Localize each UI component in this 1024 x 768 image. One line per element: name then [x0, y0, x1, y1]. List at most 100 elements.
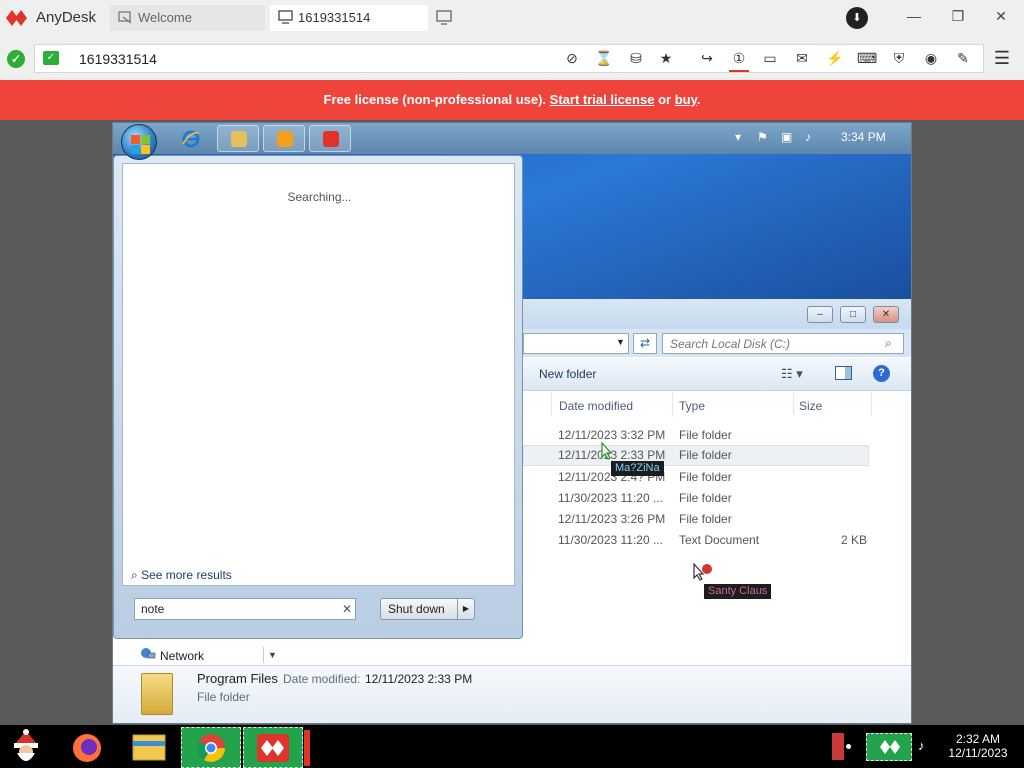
tab-welcome-label: Welcome [138, 10, 192, 25]
monitor-icon [278, 10, 293, 27]
speaker-icon[interactable]: ♪ [918, 738, 925, 753]
actions-bolt-icon[interactable]: ⚡ [825, 50, 845, 67]
column-separator [793, 393, 794, 415]
see-more-results-link[interactable]: ⌕ See more results [131, 568, 232, 583]
view-options-icon[interactable]: ☷ ▾ [781, 366, 803, 382]
details-date-value: 12/11/2023 2:33 PM [365, 672, 473, 686]
minimize-icon[interactable]: — [904, 8, 924, 24]
shut-down-label: Shut down [388, 602, 445, 616]
action-center-flag-icon[interactable]: ⚑ [757, 130, 768, 144]
privacy-mode-icon[interactable]: ⊘ [562, 50, 582, 67]
row-type: File folder [679, 470, 732, 484]
santa-start-icon[interactable] [6, 729, 46, 765]
file-row[interactable]: 12/11/2023 3:26 PM File folder [523, 509, 868, 530]
file-row[interactable]: 11/30/2023 11:20 ... File folder [523, 488, 868, 509]
explorer-maximize-icon[interactable]: □ [840, 306, 866, 323]
keyboard-icon[interactable]: ⌨ [857, 50, 877, 67]
clear-search-icon[interactable]: ✕ [341, 602, 353, 616]
internet-explorer-icon[interactable] [181, 129, 201, 152]
address-value: 1619331514 [79, 51, 157, 67]
santa-cursor-icon [693, 562, 713, 586]
start-search-input[interactable]: note ✕ [134, 598, 356, 620]
nav-network[interactable]: Network [160, 649, 204, 663]
file-explorer-icon[interactable] [130, 729, 170, 765]
buy-link[interactable]: buy [675, 92, 697, 107]
column-separator [871, 393, 872, 415]
start-trial-link[interactable]: Start trial license [550, 92, 655, 107]
remote-media-player-button[interactable] [263, 125, 305, 152]
file-transfer-icon[interactable]: ↪ [697, 50, 717, 67]
remote-screen[interactable]: ▾ ⚑ ▣ ♪ 3:34 PM – □ ✕ ▼ ⇄ Search Local D… [112, 122, 912, 724]
app-name: AnyDesk [36, 9, 97, 26]
details-name: Program Files [197, 671, 278, 686]
details-date-label: Date modified: [283, 672, 361, 686]
tray-dot-icon [846, 744, 851, 749]
anydesk-taskbar-icon [257, 734, 289, 762]
new-folder-button[interactable]: New folder [539, 367, 596, 381]
shut-down-button[interactable]: Shut down ▶ [380, 598, 475, 620]
column-separator [551, 393, 552, 415]
remote-clock[interactable]: 3:34 PM [841, 130, 886, 144]
tray-flag-icon[interactable] [832, 733, 844, 760]
firefox-icon[interactable] [68, 729, 108, 765]
windows-start-orb-icon[interactable] [121, 124, 157, 160]
verified-icon: ✓ [43, 51, 59, 65]
search-status: Searching... [287, 190, 352, 204]
local-time: 2:32 AM [955, 732, 1001, 746]
row-date: 12/11/2023 3:32 PM [558, 428, 666, 442]
address-dropdown-icon[interactable]: ▼ [616, 337, 625, 347]
close-icon[interactable]: ✕ [991, 8, 1011, 25]
whiteboard-pen-icon[interactable]: ✎ [953, 50, 973, 67]
permissions-shield-icon[interactable]: ⛨ [889, 50, 909, 67]
file-row[interactable]: 12/11/2023 3:32 PM File folder [523, 425, 868, 446]
explorer-address-bar[interactable]: ▼ [523, 333, 629, 354]
database-icon[interactable]: ⛁ [626, 50, 646, 67]
restore-icon[interactable]: ❐ [948, 8, 968, 25]
network-tray-icon[interactable]: ▣ [781, 130, 792, 144]
explorer-close-icon[interactable]: ✕ [873, 306, 899, 323]
tab-session[interactable]: 1619331514 [270, 5, 428, 31]
preview-pane-icon[interactable] [835, 366, 852, 380]
volume-icon[interactable]: ♪ [805, 130, 811, 144]
star-icon[interactable]: ★ [656, 50, 676, 67]
taskbar-app-indicator [304, 730, 310, 766]
hamburger-menu-icon[interactable]: ☰ [992, 48, 1012, 69]
file-row-hovered[interactable]: 12/11/2023 2:33 PM File folder [523, 445, 869, 466]
help-icon[interactable]: ? [873, 365, 890, 382]
remote-anydesk-button[interactable] [309, 125, 351, 152]
row-date: 11/30/2023 11:20 ... [558, 533, 663, 547]
row-size: 2 KB [841, 533, 868, 547]
row-type: File folder [679, 448, 732, 462]
file-row[interactable]: 12/11/2023 2:4? PM File folder [523, 467, 868, 488]
nav-dropdown-icon[interactable]: ▼ [263, 647, 277, 663]
chrome-taskbar-button[interactable] [181, 727, 241, 768]
refresh-icon[interactable]: ⇄ [633, 333, 657, 354]
explorer-search-input[interactable]: Search Local Disk (C:) ⌕ [662, 333, 904, 354]
display-icon[interactable]: ▭ [760, 50, 780, 67]
hourglass-icon[interactable]: ⌛ [594, 50, 614, 67]
monitor-select-icon[interactable]: ① [729, 50, 749, 72]
anydesk-taskbar-button[interactable] [243, 727, 303, 768]
row-type: Text Document [679, 533, 760, 547]
tab-welcome[interactable]: Welcome [110, 5, 265, 31]
explorer-address-row: ▼ ⇄ Search Local Disk (C:) ⌕ [523, 329, 911, 357]
chat-icon[interactable]: ✉ [792, 50, 812, 67]
explorer-minimize-icon[interactable]: – [807, 306, 833, 323]
shutdown-options-arrow-icon[interactable]: ▶ [457, 599, 474, 619]
cursor-name-tag: Santy Claus [704, 584, 772, 599]
local-clock[interactable]: 2:32 AM 12/11/2023 [938, 732, 1018, 760]
column-type[interactable]: Type [679, 399, 705, 413]
file-row[interactable]: 11/30/2023 11:20 ... Text Document 2 KB [523, 530, 868, 551]
remote-explorer-button[interactable] [217, 125, 259, 152]
network-icon [140, 647, 156, 664]
column-size[interactable]: Size [799, 399, 822, 413]
explorer-nav-pane [113, 639, 911, 665]
tab-session-label: 1619331514 [298, 10, 371, 25]
tray-anydesk-icon[interactable] [866, 733, 912, 761]
cursor-name-tag: Ma?ZiNa [611, 461, 664, 476]
download-menu-icon[interactable]: ⬇ [846, 7, 868, 29]
new-session-icon[interactable] [436, 10, 453, 28]
tray-expand-icon[interactable]: ▾ [735, 130, 741, 144]
column-date-modified[interactable]: Date modified [559, 399, 633, 413]
record-icon[interactable]: ◉ [921, 50, 941, 67]
